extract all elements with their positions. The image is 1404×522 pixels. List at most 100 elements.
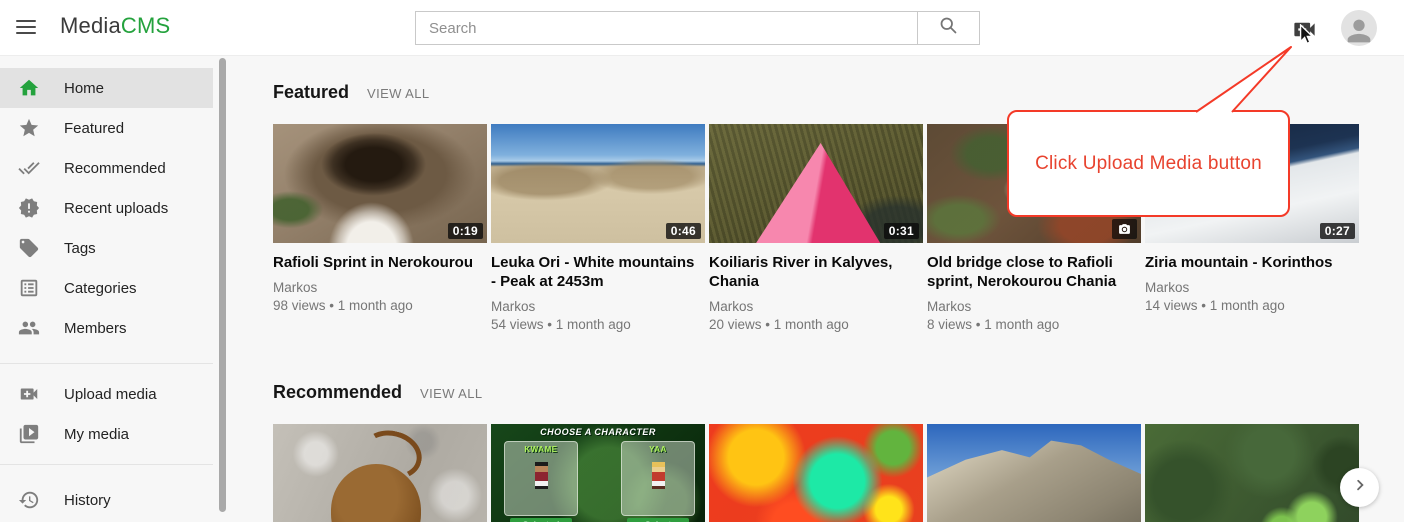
sidebar-item-categories[interactable]: Categories [0,268,213,308]
sidebar-divider [0,464,213,465]
sidebar-item-label: My media [64,426,129,443]
duration-badge: 0:46 [666,223,701,239]
sidebar-item-label: Tags [64,240,96,257]
home-icon [18,77,40,99]
video-thumbnail-desert-mountains[interactable]: 0:46 [491,124,705,243]
video-thumbnail-waterfall-stone-arch[interactable]: 0:19 [273,124,487,243]
game-selected-button: Selected [510,518,572,522]
game-title-text: CHOOSE A CHARACTER [491,427,705,437]
chevron-right-icon [1349,474,1371,501]
video-author[interactable]: Markos [1145,279,1359,297]
video-meta: 98 views • 1 month ago [273,297,487,315]
video-meta: 8 views • 1 month ago [927,316,1141,334]
menu-icon[interactable] [16,17,38,39]
duration-badge: 0:31 [884,223,919,239]
sidebar-item-label: Recommended [64,160,166,177]
search-icon [938,15,959,41]
annotation-callout: Click Upload Media button [1007,110,1290,217]
video-title[interactable]: Ziria mountain - Korinthos [1145,253,1353,272]
sidebar-item-home[interactable]: Home [0,68,213,108]
game-select-button: Select [627,518,689,522]
recommended-section: Recommended VIEW ALL CHOOSE A CHARACTER K… [273,382,1404,522]
video-card [709,424,923,522]
sidebar-item-history[interactable]: History [0,480,213,520]
avatar-icon[interactable] [1341,10,1377,46]
recommended-view-all-link[interactable]: VIEW ALL [420,386,482,401]
game-character-name: KWAME [505,445,577,454]
members-icon [18,317,40,339]
sidebar-item-tags[interactable]: Tags [0,228,213,268]
new-releases-icon [18,197,40,219]
recommended-section-header: Recommended VIEW ALL [273,382,1404,403]
video-title[interactable]: Rafioli Sprint in Nerokourou [273,253,481,272]
search-bar [415,11,980,45]
video-title[interactable]: Leuka Ori - White mountains - Peak at 24… [491,253,699,291]
game-character-name: YAA [622,445,694,454]
sidebar-scrollbar[interactable] [219,58,226,512]
logo-cms: CMS [121,13,171,38]
duration-badge: 0:19 [448,223,483,239]
camera-icon [1112,219,1137,239]
video-author[interactable]: Markos [491,298,705,316]
video-thumbnail-pumpkin-craft[interactable] [273,424,487,522]
sidebar-item-label: History [64,492,111,509]
video-thumbnail-green-leaves[interactable] [1145,424,1359,522]
sidebar-item-members[interactable]: Members [0,308,213,348]
video-card: 0:31 Koiliaris River in Kalyves, Chania Ma… [709,124,923,334]
next-page-button[interactable] [1340,468,1379,507]
sidebar-item-upload-media[interactable]: Upload media [0,374,213,414]
sidebar-item-recommended[interactable]: Recommended [0,148,213,188]
video-author[interactable]: Markos [709,298,923,316]
video-meta: 14 views • 1 month ago [1145,297,1359,315]
video-card [927,424,1141,522]
mediacms-app: MediaCMS Home Featured Recommended Recent u… [0,0,1404,522]
duration-badge: 0:27 [1320,223,1355,239]
game-character-sprite [535,462,548,489]
sidebar-divider [0,363,213,364]
game-character-sprite [652,462,665,489]
sidebar-item-label: Categories [64,280,137,297]
video-title[interactable]: Koiliaris River in Kalyves, Chania [709,253,917,291]
annotation-pointer-arrow [1180,38,1310,122]
video-card [273,424,487,522]
sidebar-item-label: Upload media [64,386,157,403]
video-card: CHOOSE A CHARACTER KWAME YAA Selected Select [491,424,705,522]
video-author[interactable]: Markos [927,298,1141,316]
recommended-video-row: CHOOSE A CHARACTER KWAME YAA Selected Select [273,424,1404,522]
video-card: 0:19 Rafioli Sprint in Nerokourou Markos98… [273,124,487,334]
sidebar-item-label: Home [64,80,104,97]
upload-media-icon [18,383,40,405]
video-author[interactable]: Markos [273,279,487,297]
video-thumbnail-kayak-river[interactable]: 0:31 [709,124,923,243]
video-card [1145,424,1359,522]
logo-media: Media [60,13,121,38]
sidebar-item-my-media[interactable]: My media [0,414,213,454]
video-title[interactable]: Old bridge close to Rafioli sprint, Nero… [927,253,1135,291]
search-button[interactable] [917,11,980,45]
sidebar-item-recent-uploads[interactable]: Recent uploads [0,188,213,228]
sidebar-item-featured[interactable]: Featured [0,108,213,148]
game-character-panel-left: KWAME [504,441,578,516]
featured-section-title: Featured [273,82,349,103]
tag-icon [18,237,40,259]
recommended-section-title: Recommended [273,382,402,403]
video-thumbnail-rocky-mountain[interactable] [927,424,1141,522]
video-thumbnail-abstract-colors[interactable] [709,424,923,522]
featured-view-all-link[interactable]: VIEW ALL [367,86,429,101]
categories-icon [18,277,40,299]
sidebar: Home Featured Recommended Recent uploads Tag… [0,56,228,522]
sidebar-item-label: Featured [64,120,124,137]
annotation-callout-text: Click Upload Media button [1035,153,1262,175]
sidebar-item-label: Members [64,320,127,337]
sidebar-item-label: Recent uploads [64,200,168,217]
my-media-icon [18,423,40,445]
search-input[interactable] [415,11,917,45]
mouse-cursor [1296,24,1318,48]
video-card: 0:46 Leuka Ori - White mountains - Peak a… [491,124,705,334]
video-meta: 54 views • 1 month ago [491,316,705,334]
history-icon [18,489,40,511]
video-meta: 20 views • 1 month ago [709,316,923,334]
double-check-icon [18,157,40,179]
app-logo[interactable]: MediaCMS [60,13,170,39]
video-thumbnail-character-select-game[interactable]: CHOOSE A CHARACTER KWAME YAA Selected Select [491,424,705,522]
